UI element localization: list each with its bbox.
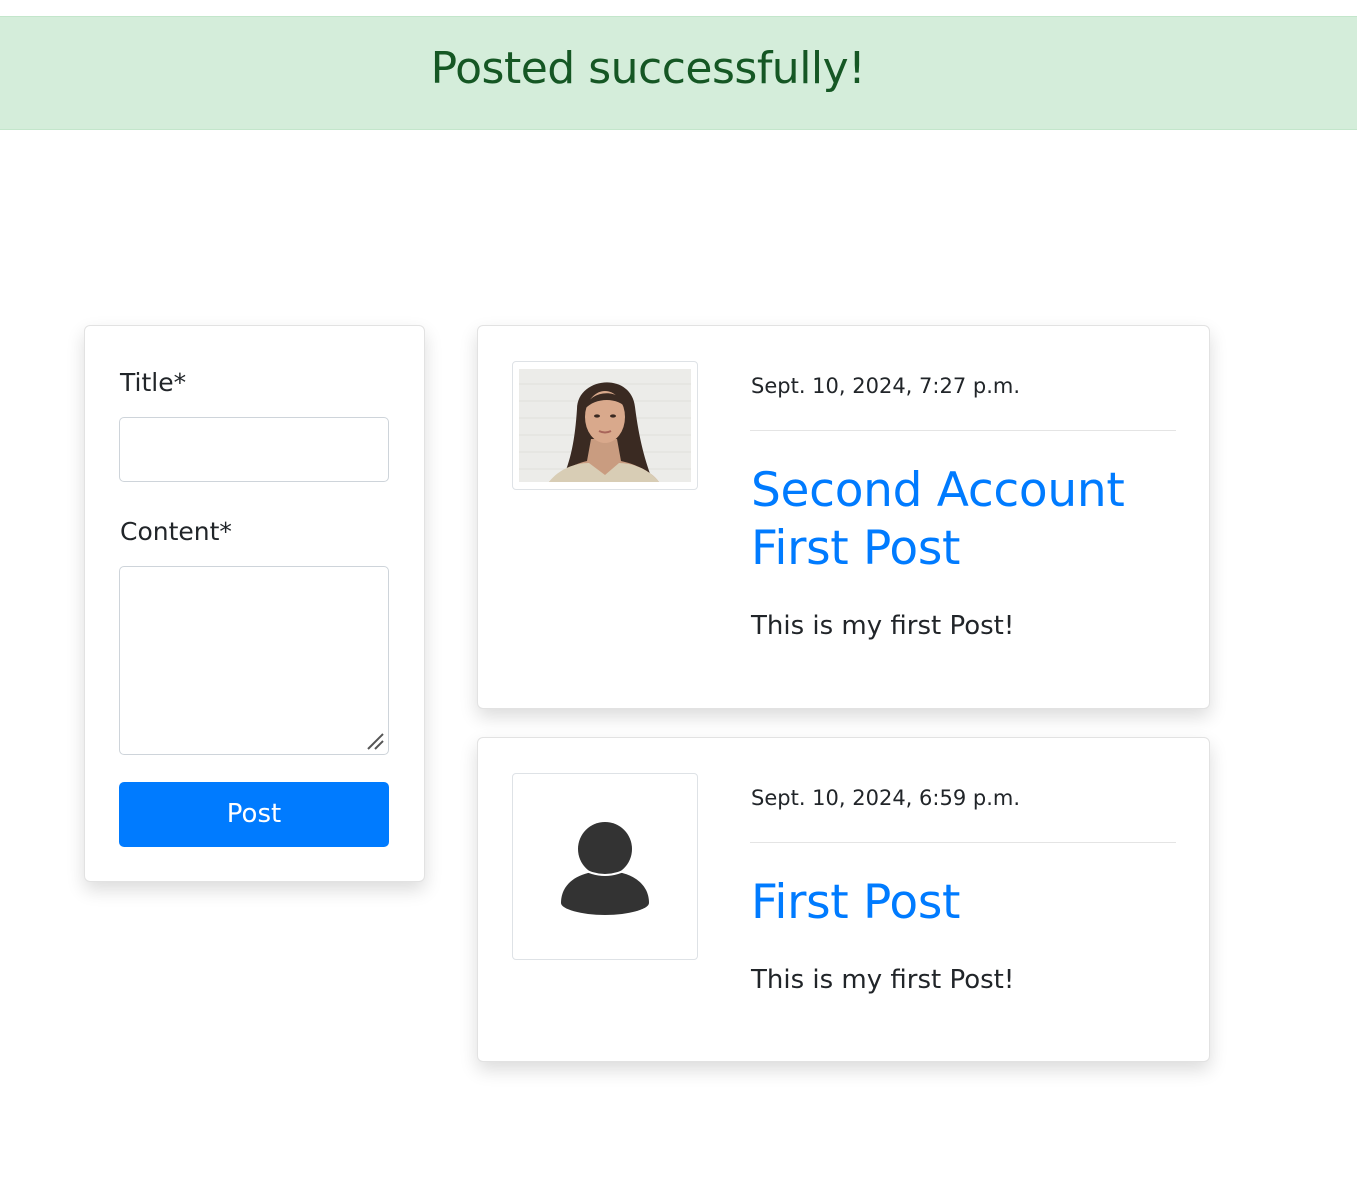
post-title-link[interactable]: First Post: [751, 874, 1171, 932]
author-avatar: [512, 361, 698, 490]
title-input[interactable]: [119, 417, 389, 482]
title-label: Title*: [120, 368, 187, 397]
post-date: Sept. 10, 2024, 6:59 p.m.: [751, 786, 1021, 810]
author-avatar: [512, 773, 698, 960]
post-card: Sept. 10, 2024, 6:59 p.m. First Post Thi…: [477, 737, 1210, 1062]
post-card: Sept. 10, 2024, 7:27 p.m. Second Account…: [477, 325, 1210, 709]
content-label: Content*: [120, 517, 232, 546]
user-icon: [561, 821, 649, 915]
success-alert: Posted successfully!: [0, 16, 1357, 130]
post-date: Sept. 10, 2024, 7:27 p.m.: [751, 374, 1021, 398]
divider: [750, 842, 1176, 843]
post-content: This is my first Post!: [751, 611, 1015, 641]
post-content: This is my first Post!: [751, 965, 1015, 995]
resize-handle-icon[interactable]: [365, 731, 385, 751]
post-title-link[interactable]: Second Account First Post: [751, 462, 1171, 578]
content-textarea[interactable]: [119, 566, 389, 755]
new-post-form: Title* Content* Post: [84, 325, 425, 882]
divider: [750, 430, 1176, 431]
profile-photo-icon: [519, 369, 691, 482]
post-submit-button[interactable]: Post: [119, 782, 389, 847]
alert-message: Posted successfully!: [430, 43, 866, 94]
